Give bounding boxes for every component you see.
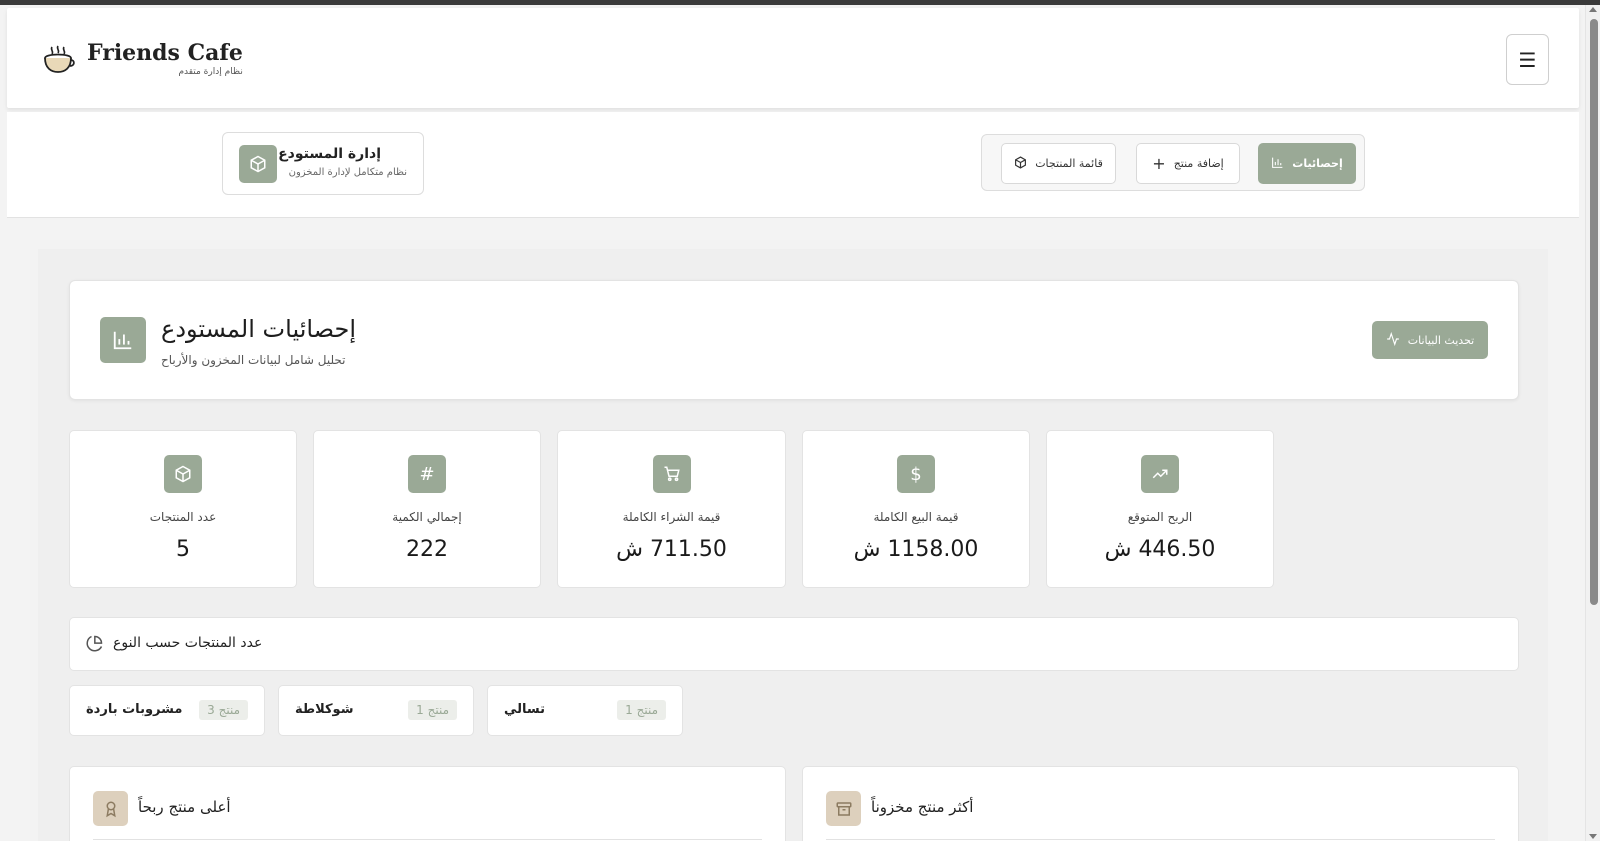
warehouse-title: إدارة المستودع	[278, 146, 381, 162]
activity-icon	[1386, 331, 1400, 349]
stat-label: إجمالي الكمية	[392, 510, 462, 524]
pie-chart-icon	[84, 634, 104, 654]
vertical-scrollbar[interactable]	[1585, 5, 1600, 841]
page-title: إحصائيات المستودع	[161, 315, 356, 343]
scroll-down-arrow-icon[interactable]	[1589, 834, 1597, 839]
bar-chart-icon	[100, 317, 146, 363]
most-stocked-title: أكثر منتج مخزوناً	[871, 798, 974, 816]
box-icon	[239, 145, 277, 183]
brand-name: Friends Cafe	[87, 40, 243, 66]
type-name: شوكلاطة	[295, 702, 354, 717]
menu-button[interactable]: ☰	[1506, 34, 1549, 85]
award-icon	[93, 791, 128, 826]
top-profit-product-card: أعلى منتج ربحاً	[69, 766, 786, 841]
scrollbar-thumb[interactable]	[1590, 19, 1598, 605]
product-types-header: عدد المنتجات حسب النوع	[69, 617, 1519, 671]
type-chip-cold-drinks[interactable]: مشروبات باردة منتج 3	[69, 685, 265, 736]
stat-label: عدد المنتجات	[149, 510, 217, 524]
tab-bar: قائمة المنتجات إضافة منتج + إحصائيات	[981, 134, 1365, 191]
stat-card-expected-profit: الربح المتوقع 446.50 ش	[1046, 430, 1274, 588]
stat-label: قيمة الشراء الكاملة	[622, 510, 721, 524]
tab-label: إضافة منتج	[1173, 157, 1224, 170]
stat-card-sale-value: $ قيمة البيع الكاملة 1158.00 ش	[802, 430, 1030, 588]
refresh-data-button[interactable]: تحديث البيانات	[1372, 321, 1488, 359]
type-count-badge: منتج 3	[199, 700, 248, 720]
brand[interactable]: Friends Cafe نظام إدارة متقدم	[39, 40, 243, 78]
divider	[826, 839, 1495, 840]
tab-label: قائمة المنتجات	[1035, 157, 1103, 170]
type-chip-chocolate[interactable]: شوكلاطة منتج 1	[278, 685, 474, 736]
stat-value: 711.50 ش	[616, 537, 727, 562]
top-profit-title: أعلى منتج ربحاً	[138, 798, 231, 816]
dollar-icon: $	[897, 455, 935, 493]
type-name: مشروبات باردة	[86, 702, 183, 717]
type-chip-snacks[interactable]: تسالي منتج 1	[487, 685, 683, 736]
refresh-label: تحديث البيانات	[1407, 333, 1475, 347]
stat-value: 1158.00 ش	[853, 537, 979, 562]
tab-add-product[interactable]: إضافة منتج +	[1136, 143, 1240, 184]
stat-value: 5	[176, 537, 190, 562]
type-count-badge: منتج 1	[408, 700, 457, 720]
warehouse-subtitle: نظام متكامل لإدارة المخزون	[288, 167, 407, 178]
sub-navigation: إدارة المستودع نظام متكامل لإدارة المخزو…	[7, 112, 1579, 218]
hamburger-icon: ☰	[1518, 47, 1537, 72]
coffee-cup-icon	[39, 40, 77, 78]
archive-icon	[826, 791, 861, 826]
box-icon	[1014, 155, 1027, 172]
divider	[93, 839, 762, 840]
brand-subtitle: نظام إدارة متقدم	[178, 67, 243, 77]
tab-label: إحصائيات	[1292, 157, 1343, 170]
stat-label: الربح المتوقع	[1127, 510, 1193, 524]
cart-icon	[652, 455, 691, 493]
hash-icon: #	[408, 455, 446, 493]
bar-chart-icon	[1271, 156, 1284, 172]
type-name: تسالي	[504, 702, 546, 717]
plus-icon: +	[1152, 154, 1166, 173]
trending-up-icon	[1141, 455, 1179, 493]
stat-value: 222	[406, 537, 448, 562]
tab-statistics[interactable]: إحصائيات	[1258, 143, 1356, 184]
stat-label: قيمة البيع الكاملة	[873, 510, 959, 524]
stat-card-total-quantity: # إجمالي الكمية 222	[313, 430, 541, 588]
product-types-title: عدد المنتجات حسب النوع	[113, 635, 263, 651]
type-count-badge: منتج 1	[617, 700, 666, 720]
tab-products-list[interactable]: قائمة المنتجات	[1001, 143, 1116, 184]
most-stocked-product-card: أكثر منتج مخزوناً	[802, 766, 1519, 841]
box-icon	[164, 455, 202, 493]
stat-card-purchase-value: قيمة الشراء الكاملة 711.50 ش	[557, 430, 786, 588]
page-subtitle: تحليل شامل لبيانات المخزون والأرباح	[161, 353, 346, 367]
page-header-card: إحصائيات المستودع تحليل شامل لبيانات الم…	[69, 280, 1519, 400]
warehouse-card: إدارة المستودع نظام متكامل لإدارة المخزو…	[222, 132, 424, 195]
app-header: Friends Cafe نظام إدارة متقدم ☰	[7, 8, 1579, 108]
stat-card-product-count: عدد المنتجات 5	[69, 430, 297, 588]
browser-top-strip	[0, 0, 1600, 5]
scroll-up-arrow-icon[interactable]	[1589, 7, 1597, 12]
stat-value: 446.50 ش	[1104, 537, 1216, 562]
